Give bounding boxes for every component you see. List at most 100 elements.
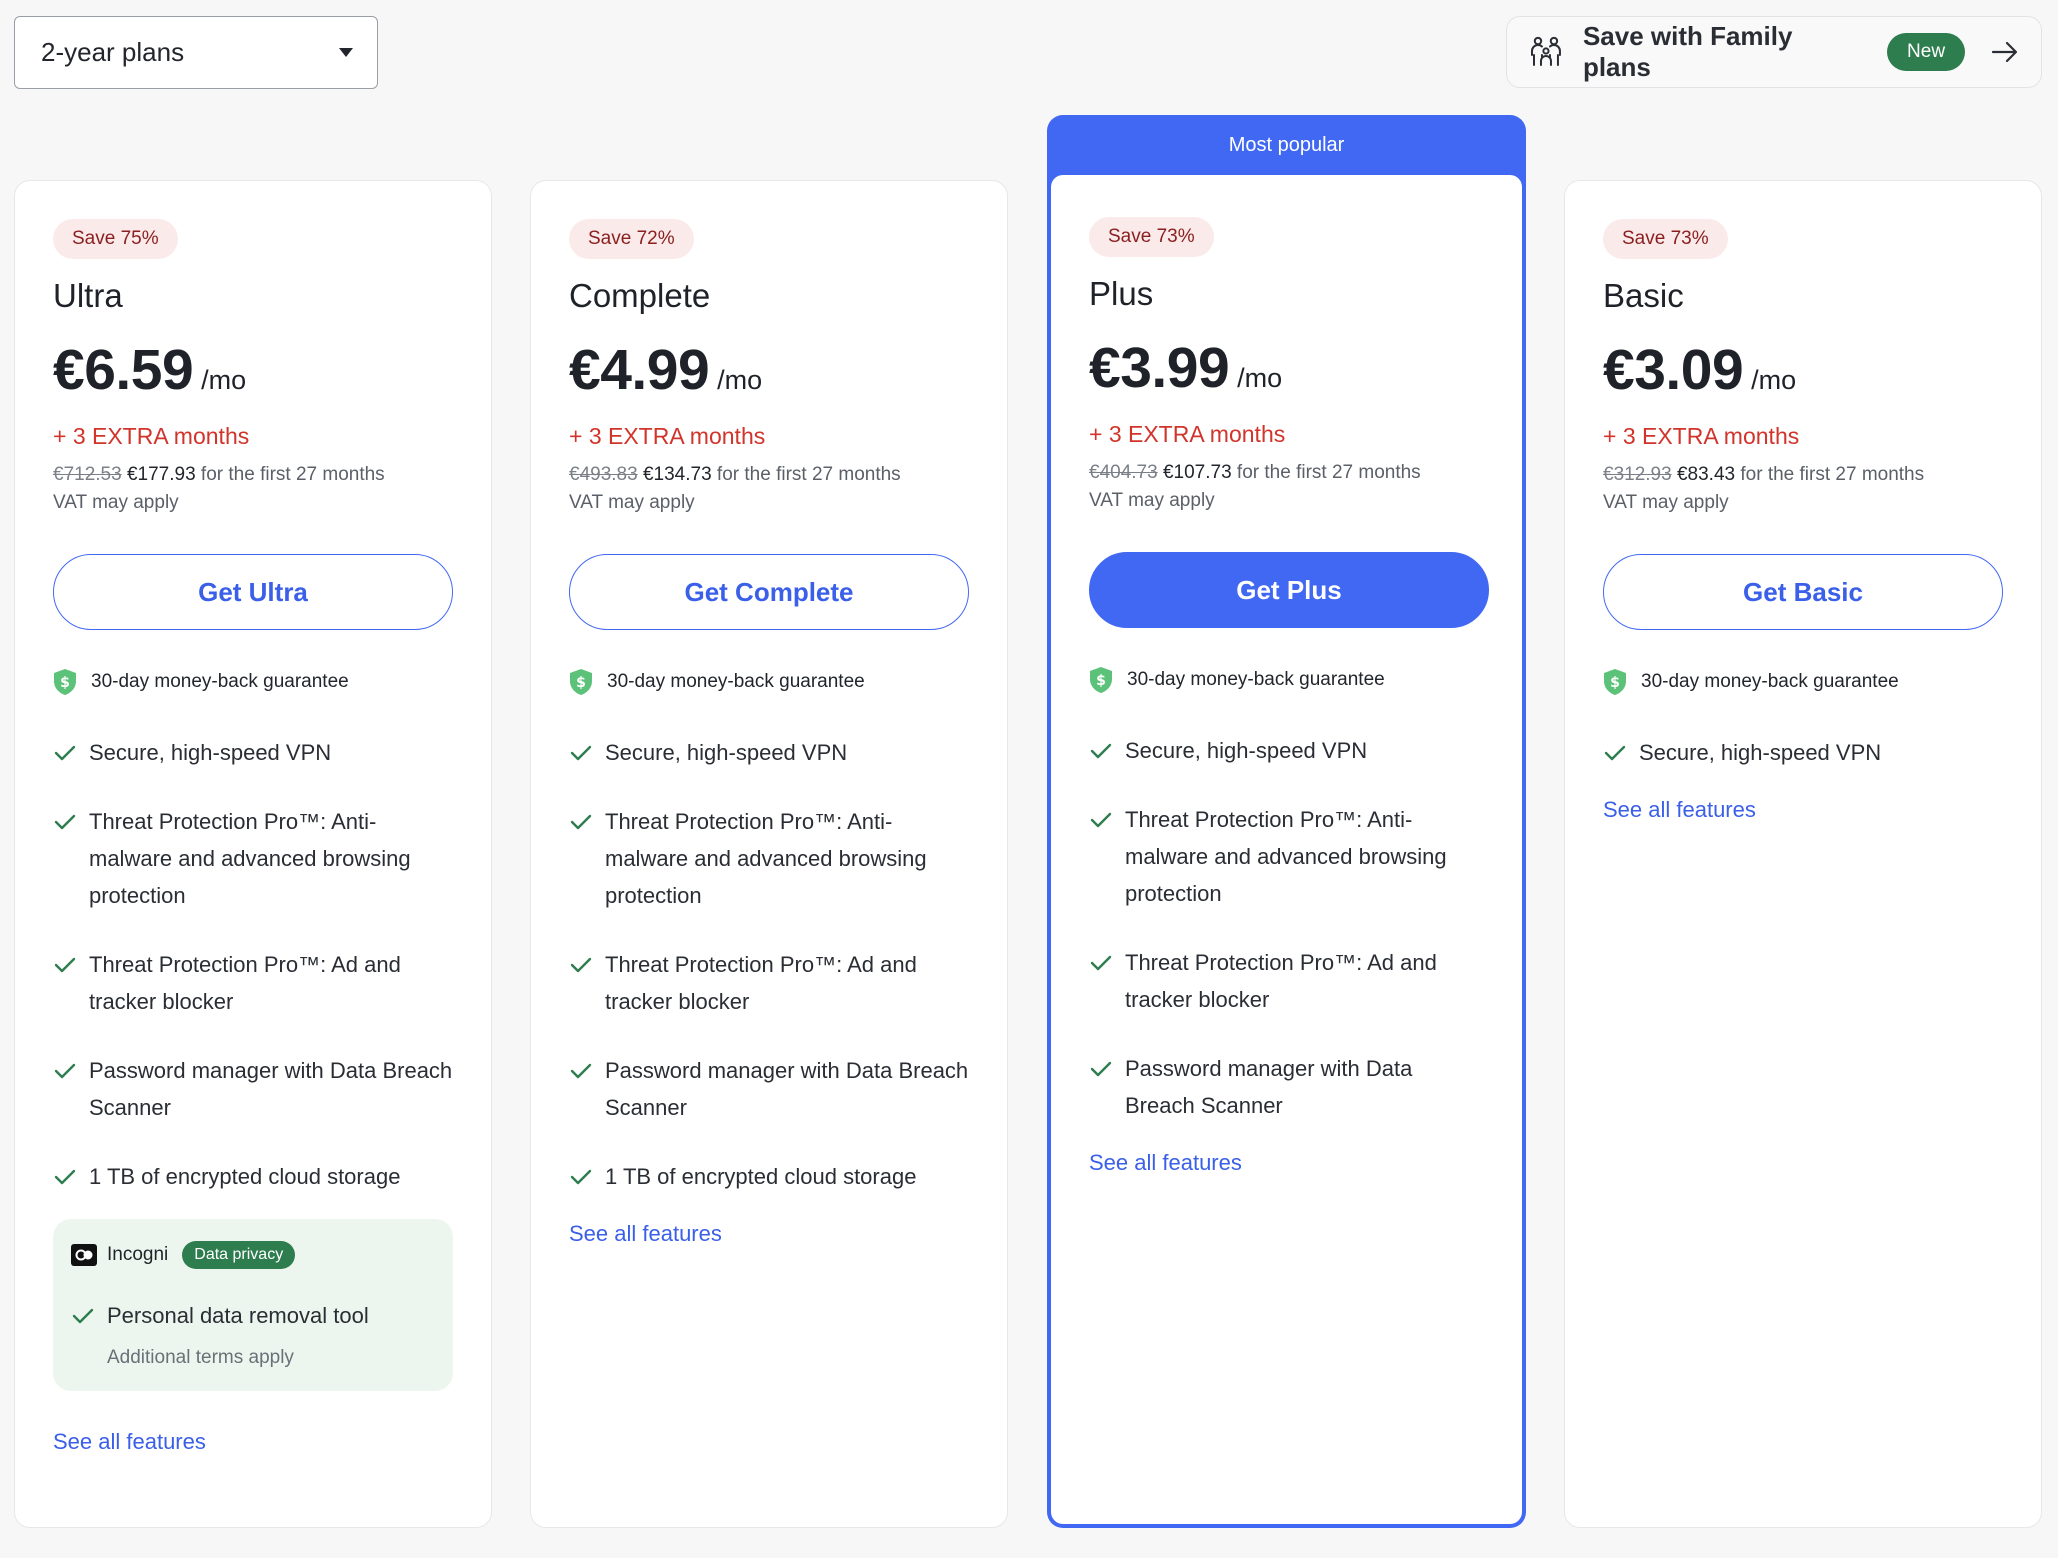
plan-duration-select[interactable]: 2-year plans: [14, 16, 378, 89]
family-plans-button[interactable]: Save with Family plans New: [1506, 16, 2042, 88]
extra-months: + 3 EXTRA months: [1089, 421, 1286, 447]
billing-period: for the first 27 months: [195, 464, 385, 485]
save-badge: Save 73%: [1089, 217, 1214, 257]
check-icon: [1090, 1061, 1112, 1077]
feature-label: Secure, high-speed VPN: [89, 740, 332, 765]
pricing-page: 2-year plans Save with Family plans New …: [0, 0, 2058, 1558]
extra-months: + 3 EXTRA months: [1603, 423, 1800, 449]
family-icon: [1530, 36, 1561, 66]
price: €4.99: [569, 338, 710, 402]
check-icon: [54, 1063, 76, 1079]
price-period: /mo: [1237, 363, 1283, 393]
data-privacy-badge: Data privacy: [182, 1241, 296, 1269]
old-price: €312.93: [1603, 464, 1672, 485]
see-all-features-link[interactable]: See all features: [1603, 797, 1756, 823]
shield-dollar-icon: $: [1090, 667, 1112, 693]
feature-item: Password manager with Data Breach Scanne…: [53, 1052, 453, 1126]
check-icon: [54, 814, 76, 830]
get-plus-button[interactable]: Get Plus: [1089, 552, 1489, 628]
check-icon: [54, 745, 76, 761]
plan-name: Complete: [569, 277, 711, 314]
see-all-features-link[interactable]: See all features: [1089, 1150, 1242, 1176]
price-row: €6.59 /mo: [53, 337, 453, 403]
guarantee: $ 30-day money-back guarantee: [53, 668, 453, 696]
check-icon: [72, 1308, 94, 1324]
incogni-name: Incogni: [107, 1244, 169, 1265]
see-all-wrap: See all features: [1089, 1150, 1484, 1176]
see-all-features-link[interactable]: See all features: [53, 1429, 206, 1455]
feature-item: Password manager with Data Breach Scanne…: [569, 1052, 969, 1126]
plan-name: Plus: [1089, 275, 1154, 312]
see-all-features-link[interactable]: See all features: [569, 1221, 722, 1247]
total-price: €404.73 €107.73 for the first 27 months: [1089, 462, 1484, 484]
feature-label: Threat Protection Pro™: Ad and tracker b…: [605, 952, 917, 1014]
vat-note: VAT may apply: [53, 492, 179, 513]
check-icon: [1090, 743, 1112, 759]
feature-item: 1 TB of encrypted cloud storage: [53, 1158, 453, 1195]
feature-list: Secure, high-speed VPN Threat Protection…: [1089, 732, 1484, 1124]
guarantee-label: 30-day money-back guarantee: [1641, 671, 1899, 692]
new-price: €107.73: [1162, 462, 1232, 483]
incogni-addon: Incogni Data privacy Personal data remov…: [53, 1219, 453, 1391]
plan-card-basic: Save 73% Basic €3.09 /mo + 3 EXTRA month…: [1564, 180, 2042, 1528]
price-row: €3.09 /mo: [1603, 337, 2003, 403]
save-badge: Save 75%: [53, 219, 178, 259]
check-icon: [1604, 745, 1626, 761]
incogni-logo-icon: [71, 1244, 97, 1266]
feature-item: Secure, high-speed VPN: [569, 734, 969, 771]
new-price: €83.43: [1676, 464, 1736, 485]
old-price: €493.83: [569, 464, 638, 485]
feature-item: Threat Protection Pro™: Ad and tracker b…: [1089, 944, 1484, 1018]
plan-name: Ultra: [53, 277, 123, 314]
get-basic-button[interactable]: Get Basic: [1603, 554, 2003, 630]
feature-item: Threat Protection Pro™: Anti-malware and…: [569, 803, 969, 914]
svg-text:$: $: [1610, 675, 1620, 691]
feature-label: Threat Protection Pro™: Ad and tracker b…: [89, 952, 401, 1014]
feature-label: Threat Protection Pro™: Ad and tracker b…: [1125, 950, 1437, 1012]
plan-card-complete: Save 72% Complete €4.99 /mo + 3 EXTRA mo…: [530, 180, 1008, 1528]
family-plans-label: Save with Family plans: [1582, 21, 1793, 82]
feature-item: Password manager with Data Breach Scanne…: [1089, 1050, 1484, 1124]
feature-label: Threat Protection Pro™: Anti-malware and…: [1125, 807, 1447, 906]
feature-label: 1 TB of encrypted cloud storage: [605, 1164, 917, 1189]
feature-label: Secure, high-speed VPN: [1639, 740, 1882, 765]
feature-label: Password manager with Data Breach Scanne…: [89, 1058, 453, 1120]
price-period: /mo: [1751, 365, 1797, 395]
guarantee-label: 30-day money-back guarantee: [91, 671, 349, 692]
feature-list: Secure, high-speed VPN: [1603, 734, 2003, 771]
incogni-header: Incogni Data privacy: [71, 1241, 435, 1269]
guarantee-label: 30-day money-back guarantee: [607, 671, 865, 692]
feature-list: Secure, high-speed VPN Threat Protection…: [569, 734, 969, 1195]
get-ultra-button[interactable]: Get Ultra: [53, 554, 453, 630]
price: €3.99: [1089, 336, 1230, 400]
svg-text:$: $: [576, 675, 586, 691]
feature-item: Threat Protection Pro™: Ad and tracker b…: [569, 946, 969, 1020]
feature-label: 1 TB of encrypted cloud storage: [89, 1164, 401, 1189]
guarantee: $ 30-day money-back guarantee: [1089, 666, 1484, 694]
check-icon: [570, 745, 592, 761]
most-popular-label: Most popular: [1228, 133, 1345, 156]
incogni-terms: Additional terms apply: [107, 1347, 294, 1368]
extra-months: + 3 EXTRA months: [53, 423, 250, 449]
old-price: €404.73: [1089, 462, 1158, 483]
old-price: €712.53: [53, 464, 122, 485]
new-price: €177.93: [126, 464, 196, 485]
price: €3.09: [1603, 338, 1744, 402]
plan-name: Basic: [1603, 277, 1684, 314]
get-complete-button[interactable]: Get Complete: [569, 554, 969, 630]
check-icon: [570, 1169, 592, 1185]
incogni-feature-label: Personal data removal tool: [107, 1303, 369, 1328]
extra-months: + 3 EXTRA months: [569, 423, 766, 449]
save-badge: Save 73%: [1603, 219, 1728, 259]
arrow-right-icon: [1991, 41, 2018, 63]
plan-duration-value: 2-year plans: [41, 37, 185, 67]
feature-label: Secure, high-speed VPN: [605, 740, 848, 765]
guarantee: $ 30-day money-back guarantee: [569, 668, 969, 696]
total-price: €712.53 €177.93 for the first 27 months: [53, 464, 453, 486]
plan-card-ultra: Save 75% Ultra €6.59 /mo + 3 EXTRA month…: [14, 180, 492, 1528]
price-period: /mo: [717, 365, 763, 395]
feature-item: Secure, high-speed VPN: [53, 734, 453, 771]
caret-down-icon: [339, 48, 353, 57]
check-icon: [570, 957, 592, 973]
billing-period: for the first 27 months: [1735, 464, 1925, 485]
